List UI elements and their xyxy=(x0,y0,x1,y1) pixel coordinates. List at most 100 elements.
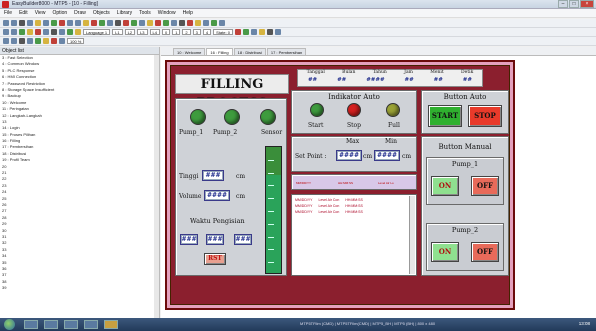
pump2-off-button[interactable]: OFF xyxy=(471,242,499,262)
close-button[interactable]: × xyxy=(580,0,594,8)
pump2-on-button[interactable]: ON xyxy=(431,242,459,262)
pump1-off-button[interactable]: OFF xyxy=(471,176,499,196)
zoom-in-icon[interactable] xyxy=(211,20,217,26)
tree-scrollbar[interactable] xyxy=(154,55,159,318)
state-0[interactable]: 0 xyxy=(161,29,171,35)
label-l2[interactable]: L2 xyxy=(124,29,136,35)
tab-filling[interactable]: 16 : Filling xyxy=(206,48,233,55)
tag-icon[interactable] xyxy=(19,38,25,44)
taskbar-media-icon[interactable] xyxy=(64,320,78,329)
menu-view[interactable]: View xyxy=(35,10,46,16)
download-icon[interactable] xyxy=(179,20,185,26)
minimize-button[interactable]: – xyxy=(558,0,568,8)
tab-pembersihan[interactable]: 17 : Pembersihan xyxy=(266,48,307,55)
state-2[interactable]: 2 xyxy=(182,29,191,35)
print-icon[interactable] xyxy=(27,20,33,26)
menu-tools[interactable]: Tools xyxy=(139,10,151,16)
cut-icon[interactable] xyxy=(35,20,41,26)
setpoint-max-input[interactable]: #### xyxy=(336,150,362,161)
tab-welcome[interactable]: 10 : Welcome xyxy=(173,48,206,55)
rst-button[interactable]: RST xyxy=(204,253,226,265)
layer-down-icon[interactable] xyxy=(59,29,65,35)
offline-icon[interactable] xyxy=(195,20,201,26)
fill-color-icon[interactable] xyxy=(242,29,249,35)
rotate-icon[interactable] xyxy=(67,29,73,35)
simulate-icon[interactable] xyxy=(171,20,177,26)
text-icon[interactable] xyxy=(107,20,113,26)
state-3[interactable]: 3 xyxy=(192,29,201,35)
label-l1[interactable]: L1 xyxy=(112,29,123,35)
new-icon[interactable] xyxy=(3,20,9,26)
setpoint-min-input[interactable]: #### xyxy=(374,150,400,161)
layer-up-icon[interactable] xyxy=(51,29,57,35)
recipe-icon[interactable] xyxy=(43,38,49,44)
state-select[interactable]: State: 0 xyxy=(213,29,233,35)
menu-library[interactable]: Library xyxy=(117,10,132,16)
grid-icon[interactable] xyxy=(203,20,209,26)
tree-item[interactable]: 39 xyxy=(2,285,159,291)
menu-option[interactable]: Option xyxy=(52,10,67,16)
tab-distribusi[interactable]: 18 : Distribusi xyxy=(233,48,266,55)
bitlamp-icon[interactable] xyxy=(115,20,121,26)
flip-icon[interactable] xyxy=(75,29,81,35)
taskbar-word-icon[interactable] xyxy=(84,320,98,329)
start-button-orb[interactable] xyxy=(4,319,15,330)
online-icon[interactable] xyxy=(187,20,193,26)
menu-file[interactable]: File xyxy=(4,10,12,16)
align-top-icon[interactable] xyxy=(19,29,25,35)
switch-icon[interactable] xyxy=(131,20,137,26)
ruler-icon[interactable] xyxy=(11,38,17,44)
align-left-icon[interactable] xyxy=(3,29,9,35)
numeric-icon[interactable] xyxy=(139,20,145,26)
label-l3[interactable]: L3 xyxy=(137,29,148,35)
alarm-history-table[interactable]: MM/DD/YY Level Air Con HH:MM:SS MM/DD/YY Le… xyxy=(291,194,417,276)
italic-icon[interactable] xyxy=(274,29,281,35)
group-icon[interactable] xyxy=(35,29,41,35)
wordlamp-icon[interactable] xyxy=(123,20,129,26)
menu-help[interactable]: Help xyxy=(183,10,193,16)
start-button[interactable]: START xyxy=(428,105,462,127)
zoom-out-icon[interactable] xyxy=(219,20,225,26)
compile-icon[interactable] xyxy=(163,20,169,26)
taskbar-explorer-icon[interactable] xyxy=(44,320,58,329)
data-sampling-icon[interactable] xyxy=(59,38,65,44)
state-1[interactable]: 1 xyxy=(172,29,181,35)
align-bottom-icon[interactable] xyxy=(27,29,33,35)
redo-icon[interactable] xyxy=(75,20,81,26)
delete-icon[interactable] xyxy=(59,20,65,26)
language-select[interactable]: Language 1 xyxy=(83,29,111,35)
open-icon[interactable] xyxy=(11,20,17,26)
pump1-on-button[interactable]: ON xyxy=(431,176,459,196)
menu-edit[interactable]: Edit xyxy=(19,10,28,16)
macro-icon[interactable] xyxy=(35,38,41,44)
ungroup-icon[interactable] xyxy=(43,29,49,35)
taskbar-ie-icon[interactable] xyxy=(24,320,38,329)
zoom-select[interactable]: 100 % xyxy=(67,38,85,44)
taskbar-easybuilder-icon[interactable] xyxy=(104,320,118,329)
line-color-icon[interactable] xyxy=(250,29,257,35)
menu-window[interactable]: Window xyxy=(158,10,176,16)
maximize-button[interactable]: □ xyxy=(569,0,579,8)
bold-icon[interactable] xyxy=(266,29,273,35)
circle-icon[interactable] xyxy=(99,20,105,26)
menu-objects[interactable]: Objects xyxy=(93,10,110,16)
align-right-icon[interactable] xyxy=(11,29,17,35)
alarm-scrollbar[interactable] xyxy=(409,196,415,274)
rect-icon[interactable] xyxy=(91,20,97,26)
undo-icon[interactable] xyxy=(67,20,73,26)
paste-icon[interactable] xyxy=(51,20,57,26)
label-l4[interactable]: L4 xyxy=(149,29,160,35)
address-icon[interactable] xyxy=(27,38,33,44)
chart-icon[interactable] xyxy=(147,20,153,26)
state-4[interactable]: 4 xyxy=(202,29,212,35)
menu-draw[interactable]: Draw xyxy=(74,10,86,16)
stop-button[interactable]: STOP xyxy=(468,105,502,127)
font-color-icon[interactable] xyxy=(234,29,241,35)
event-icon[interactable] xyxy=(51,38,57,44)
line-icon[interactable] xyxy=(83,20,89,26)
copy-icon[interactable] xyxy=(43,20,49,26)
snap-icon[interactable] xyxy=(3,38,9,44)
save-icon[interactable] xyxy=(19,20,25,26)
alarm-icon[interactable] xyxy=(155,20,161,26)
pattern-icon[interactable] xyxy=(258,29,265,35)
